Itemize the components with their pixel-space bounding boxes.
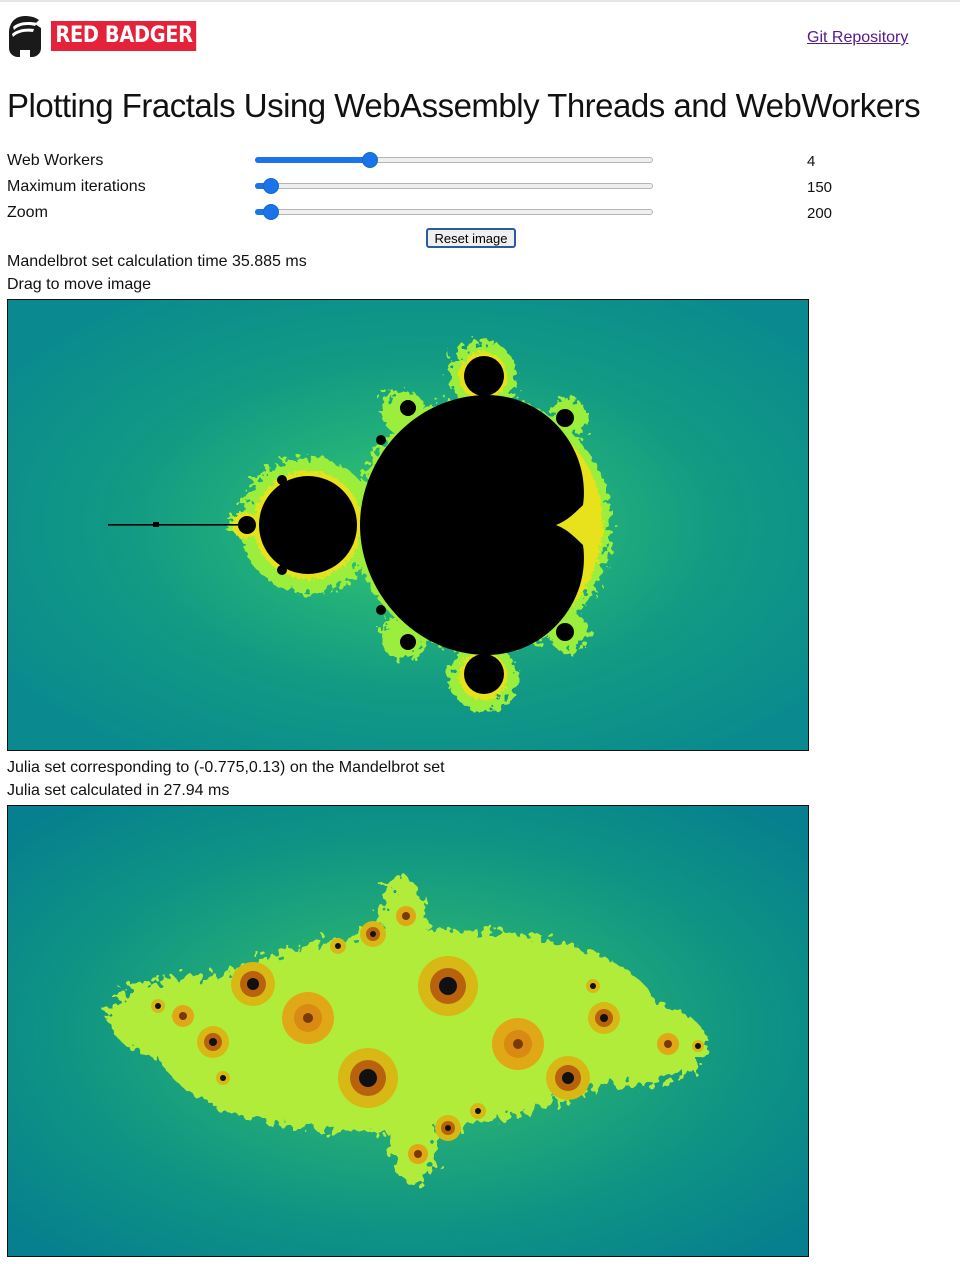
slider-track xyxy=(255,183,653,189)
slider-thumb[interactable] xyxy=(262,178,279,194)
badger-icon xyxy=(9,16,41,57)
slider-thumb[interactable] xyxy=(262,204,279,220)
logo-wordmark: RED BADGER xyxy=(51,21,197,51)
max-iterations-value: 150 xyxy=(807,179,833,196)
reset-image-button[interactable]: Reset image xyxy=(426,228,516,248)
julia-canvas xyxy=(7,805,809,1257)
git-repository-link[interactable]: Git Repository xyxy=(807,29,908,47)
zoom-label: Zoom xyxy=(7,204,48,221)
mandelbrot-calc-time: Mandelbrot set calculation time 35.885 m… xyxy=(7,253,307,270)
zoom-slider[interactable] xyxy=(255,203,653,221)
julia-image xyxy=(8,806,808,1256)
julia-calc-time: Julia set calculated in 27.94 ms xyxy=(7,782,230,799)
top-border xyxy=(0,0,960,2)
red-badger-logo[interactable]: RED BADGER xyxy=(7,14,216,58)
control-zoom: Zoom 200 xyxy=(7,200,957,224)
drag-hint: Drag to move image xyxy=(7,276,152,293)
slider-thumb[interactable] xyxy=(361,152,378,168)
page-title: Plotting Fractals Using WebAssembly Thre… xyxy=(7,87,921,124)
web-workers-value: 4 xyxy=(807,153,816,170)
control-web-workers: Web Workers 4 xyxy=(7,148,957,172)
max-iterations-label: Maximum iterations xyxy=(7,178,146,195)
web-workers-slider[interactable] xyxy=(255,151,653,169)
mandelbrot-canvas[interactable] xyxy=(7,299,809,751)
slider-fill xyxy=(255,157,370,163)
mandelbrot-image xyxy=(8,300,808,750)
control-max-iterations: Maximum iterations 150 xyxy=(7,174,957,198)
max-iterations-slider[interactable] xyxy=(255,177,653,195)
slider-track xyxy=(255,209,653,215)
julia-corresponding: Julia set corresponding to (-0.775,0.13)… xyxy=(7,759,445,776)
web-workers-label: Web Workers xyxy=(7,152,104,169)
zoom-value: 200 xyxy=(807,205,833,222)
page-header: RED BADGER Git Repository xyxy=(7,14,953,62)
